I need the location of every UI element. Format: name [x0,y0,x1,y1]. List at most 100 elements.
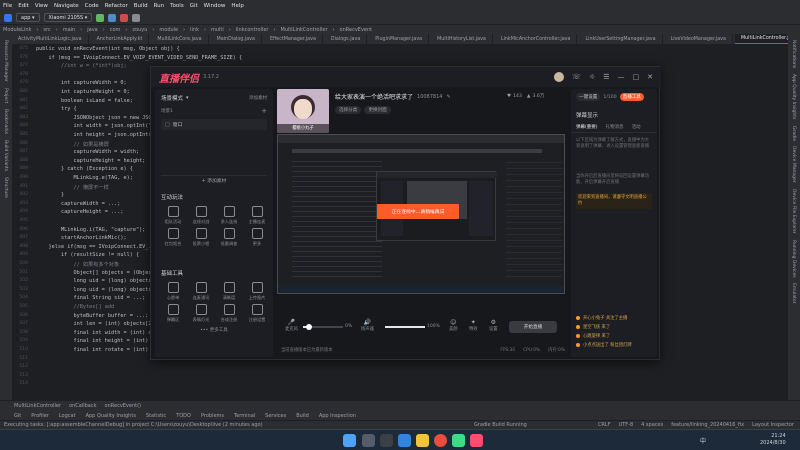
tool-window-3[interactable]: Build Variants [3,140,8,171]
tool-basic-4[interactable]: 弹幕区 [161,304,185,323]
debug-icon[interactable] [108,13,117,22]
mic-control[interactable]: 🎤 麦克风 [285,319,298,332]
menu-item-code[interactable]: Code [85,3,99,9]
tool-window-right-4[interactable]: Device File Explorer [791,189,796,234]
cover-image[interactable]: 樱桃小丸子 [277,89,329,133]
tool-window-right-0[interactable]: Notifications [791,40,796,68]
android-studio-taskbar-icon[interactable] [452,434,465,447]
tool-interact-4[interactable]: 红包饭合 [161,228,185,247]
breadcrumb-item[interactable]: MultiLinkController [280,27,327,33]
tool-tab-profiler[interactable]: Profiler [31,413,49,419]
tool-tab-statistic[interactable]: Statistic [146,413,166,419]
danmaku-tab[interactable]: 活动 [632,124,641,130]
status-item[interactable]: UTF-8 [619,422,634,428]
category-button[interactable]: 选择分类 [335,106,362,114]
explorer-icon[interactable] [416,434,429,447]
edit-title-icon[interactable]: ✎ [446,94,450,100]
device-select[interactable]: Xiaomi 2105S ▾ [43,13,93,22]
tool-tab-build[interactable]: Build [296,413,309,419]
editor-tab[interactable]: Dialogs.java [325,34,368,44]
start-icon[interactable] [343,434,356,447]
tool-window-1[interactable]: Project [3,88,8,103]
minimize-icon[interactable]: — [618,73,625,81]
breadcrumb-item[interactable]: multi [211,27,224,33]
tool-tab-todo[interactable]: TODO [176,413,191,419]
editor-tab[interactable]: LinkMicAnchorController.java [495,34,578,44]
tool-tab-problems[interactable]: Problems [201,413,224,419]
menu-item-view[interactable]: View [35,3,48,9]
chrome-icon[interactable] [434,434,447,447]
close-icon[interactable]: ✕ [647,73,653,81]
editor-tab[interactable]: MultiHistoryList.java [431,34,493,44]
tool-interact-2[interactable]: 多人连线 [217,206,241,225]
bottom-breadcrumb-item[interactable]: onRecvEvent() [105,403,142,409]
menu-item-file[interactable]: File [3,3,12,9]
tool-interact-5[interactable]: 投票小程 [189,228,213,247]
tool-tab-app-inspection[interactable]: App Inspection [319,413,356,419]
speaker-control[interactable]: 🔊 扬声器 [361,319,374,332]
tool-tab-terminal[interactable]: Terminal [234,413,255,419]
skin-icon[interactable]: ☼ [589,73,595,81]
breadcrumb-item[interactable]: src [43,27,50,33]
editor-tab[interactable]: LiveVideoManager.java [665,34,733,44]
tool-window-right-6[interactable]: Emulator [791,283,796,303]
scene-tab-label[interactable]: 场景1 [161,108,173,114]
editor-tab[interactable]: PluginManager.java [369,34,430,44]
menu-item-git[interactable]: Git [190,3,198,9]
menu-item-refactor[interactable]: Refactor [105,3,128,9]
edit-cover-button[interactable]: 更换封面 [364,106,391,114]
breadcrumb-item[interactable]: onRecvEvent [340,27,373,33]
user-avatar[interactable] [554,72,565,82]
editor-tab[interactable]: EffectManager.java [264,34,323,44]
scene-manage-button[interactable]: 添加素材 [249,95,267,101]
menu-item-navigate[interactable]: Navigate [54,3,79,9]
live-app-taskbar-icon[interactable] [470,434,483,447]
add-scene-icon[interactable]: + [261,107,267,115]
menu-icon[interactable]: ☰ [603,73,609,81]
tool-basic-6[interactable]: 合成注册 [217,304,241,323]
one-click-setting[interactable]: 一键设置 [576,93,601,101]
module-select[interactable]: app ▾ [16,13,40,22]
tool-window-right-1[interactable]: App Quality Insights [791,74,796,119]
menu-item-build[interactable]: Build [134,3,148,9]
breadcrumb-item[interactable]: java [87,27,97,33]
tool-window-right-3[interactable]: Device Manager [791,146,796,183]
room-title[interactable]: 给大家表演一个绝活吧求求了 [335,92,413,101]
bottom-breadcrumb-item[interactable]: MultiLinkController [14,403,61,409]
bottom-breadcrumb-item[interactable]: onCallback [69,403,96,409]
menu-item-help[interactable]: Help [231,3,244,9]
live-tool-button[interactable]: 直播工具 [619,93,645,101]
breadcrumb-item[interactable]: linkcontroller [236,27,269,33]
special-effect-button[interactable]: ✦ 特效 [469,319,478,332]
tool-window-right-5[interactable]: Running Devices [791,240,796,278]
status-item[interactable]: 4 spaces [641,422,663,428]
run-icon[interactable] [96,13,105,22]
breadcrumb-item[interactable]: module [159,27,178,33]
maximize-icon[interactable]: □ [633,73,640,81]
mic-slider[interactable] [303,324,343,330]
tool-interact-0[interactable]: 组队活动 [161,206,185,225]
tool-tab-services[interactable]: Services [265,413,286,419]
tool-interact-3[interactable]: 主播连麦 [245,206,269,225]
editor-tab[interactable]: AnchorLinkApply.kt [91,34,150,44]
source-item[interactable]: □ 窗口 [161,119,267,130]
task-view-icon[interactable] [380,434,393,447]
tool-interact-7[interactable]: 更多 [245,228,269,247]
gradle-status[interactable]: Gradle Build Running [474,422,527,428]
tool-window-2[interactable]: Bookmarks [3,109,8,134]
status-item[interactable]: Layout Inspector [752,422,794,428]
menu-item-edit[interactable]: Edit [18,3,29,9]
menu-item-run[interactable]: Run [154,3,165,9]
tool-window-0[interactable]: Resource Manager [3,40,8,82]
service-icon[interactable]: ☏ [572,73,581,81]
add-source-button[interactable]: + 添加素材 [161,175,267,185]
tool-basic-1[interactable]: 连麦通讯 [189,282,213,301]
tool-basic-2[interactable]: 清晰度 [217,282,241,301]
tool-window-4[interactable]: Structure [3,177,8,198]
tool-tab-git[interactable]: Git [14,413,21,419]
tool-basic-3[interactable]: 上传图片 [245,282,269,301]
settings-button[interactable]: ⚙ 设置 [489,319,498,332]
status-item[interactable]: CRLF [598,422,611,428]
input-language[interactable]: 中 [700,436,706,445]
breadcrumb-item[interactable]: zouyu [132,27,147,33]
